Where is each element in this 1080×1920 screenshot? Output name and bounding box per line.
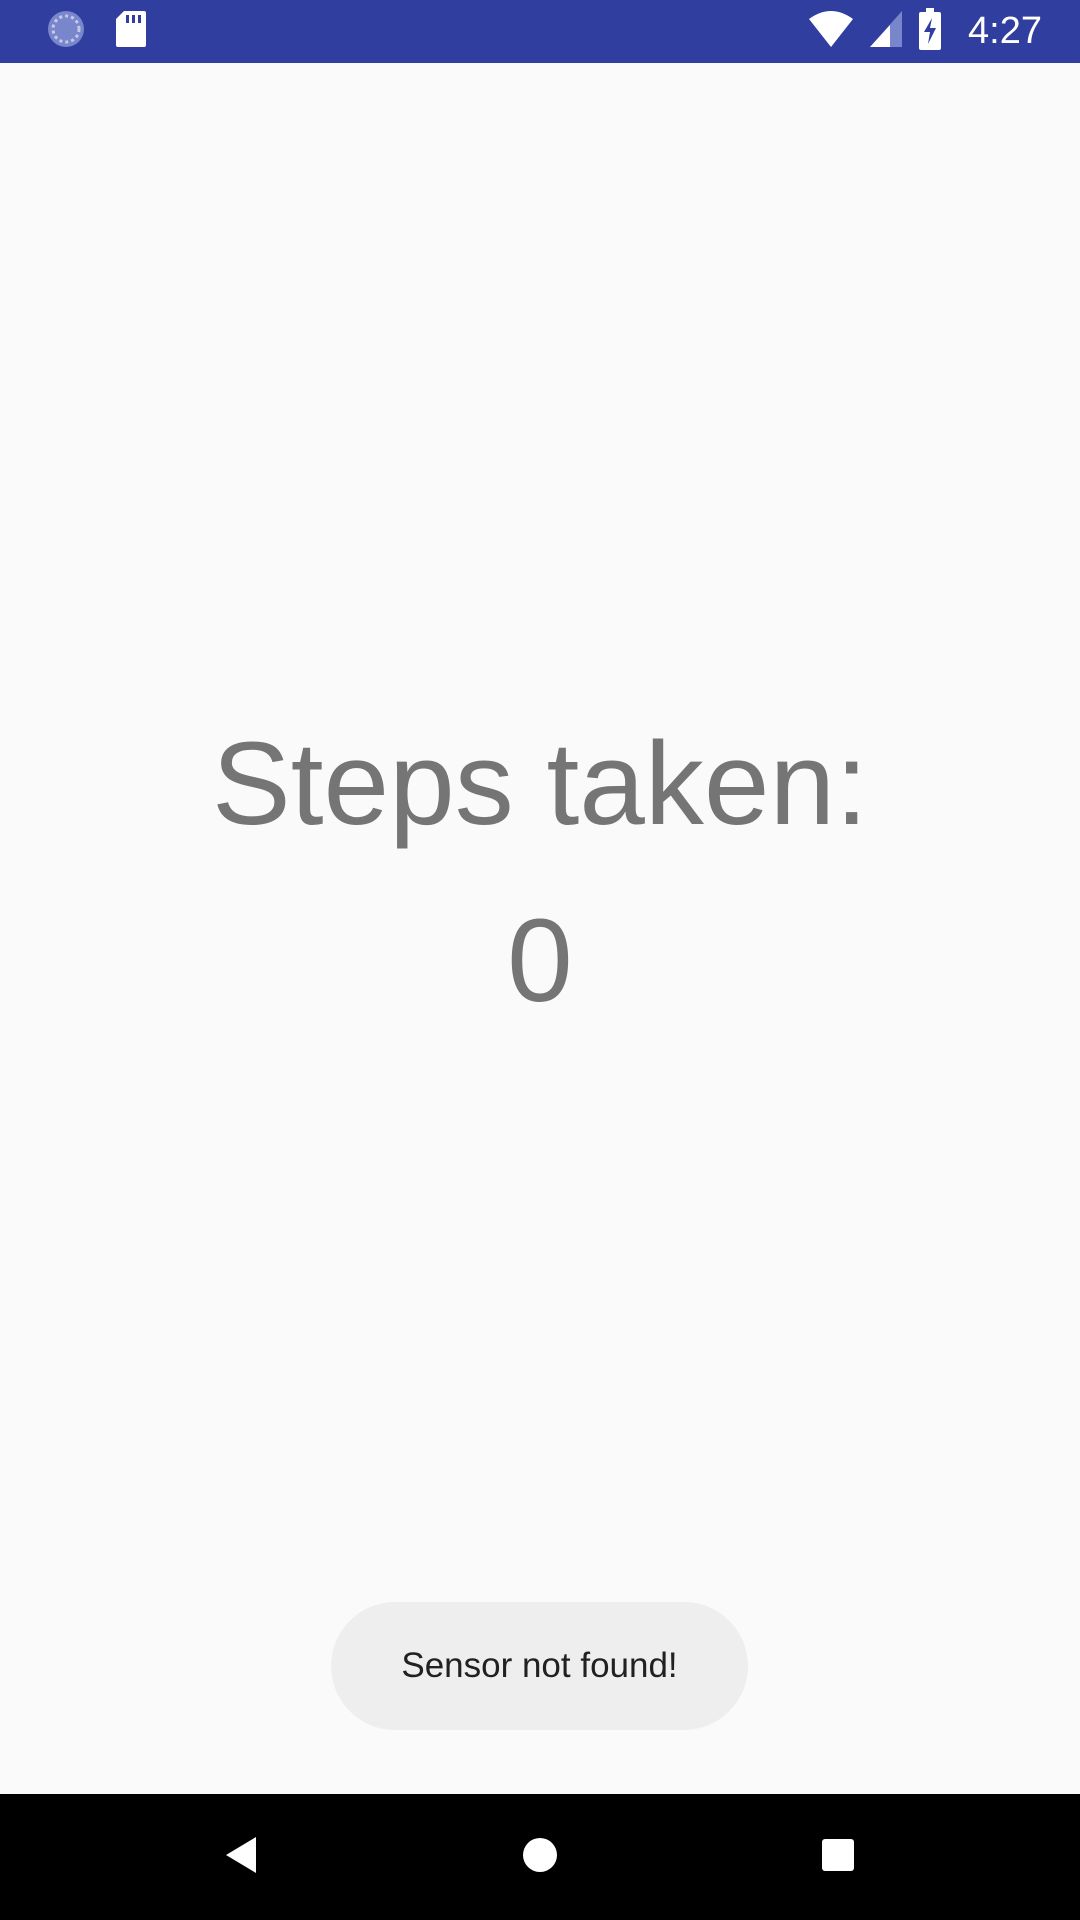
steps-count-value: 0 bbox=[507, 895, 573, 1027]
sync-icon bbox=[46, 9, 86, 54]
wifi-icon bbox=[808, 9, 854, 54]
status-left-icons bbox=[46, 0, 148, 63]
home-button[interactable] bbox=[470, 1794, 610, 1920]
recents-icon bbox=[820, 1837, 856, 1878]
toast-message: Sensor not found! bbox=[331, 1602, 748, 1730]
sd-card-icon bbox=[114, 9, 148, 54]
back-icon bbox=[220, 1833, 260, 1882]
back-button[interactable] bbox=[170, 1794, 310, 1920]
status-right-icons: 4:27 bbox=[808, 0, 1042, 63]
home-icon bbox=[520, 1835, 560, 1880]
status-bar: 4:27 bbox=[0, 0, 1080, 63]
status-clock: 4:27 bbox=[968, 10, 1042, 52]
battery-charging-icon bbox=[918, 8, 942, 55]
cellular-signal-icon bbox=[868, 9, 904, 54]
recents-button[interactable] bbox=[768, 1794, 908, 1920]
steps-taken-label: Steps taken: bbox=[212, 718, 868, 850]
navigation-bar bbox=[0, 1794, 1080, 1920]
